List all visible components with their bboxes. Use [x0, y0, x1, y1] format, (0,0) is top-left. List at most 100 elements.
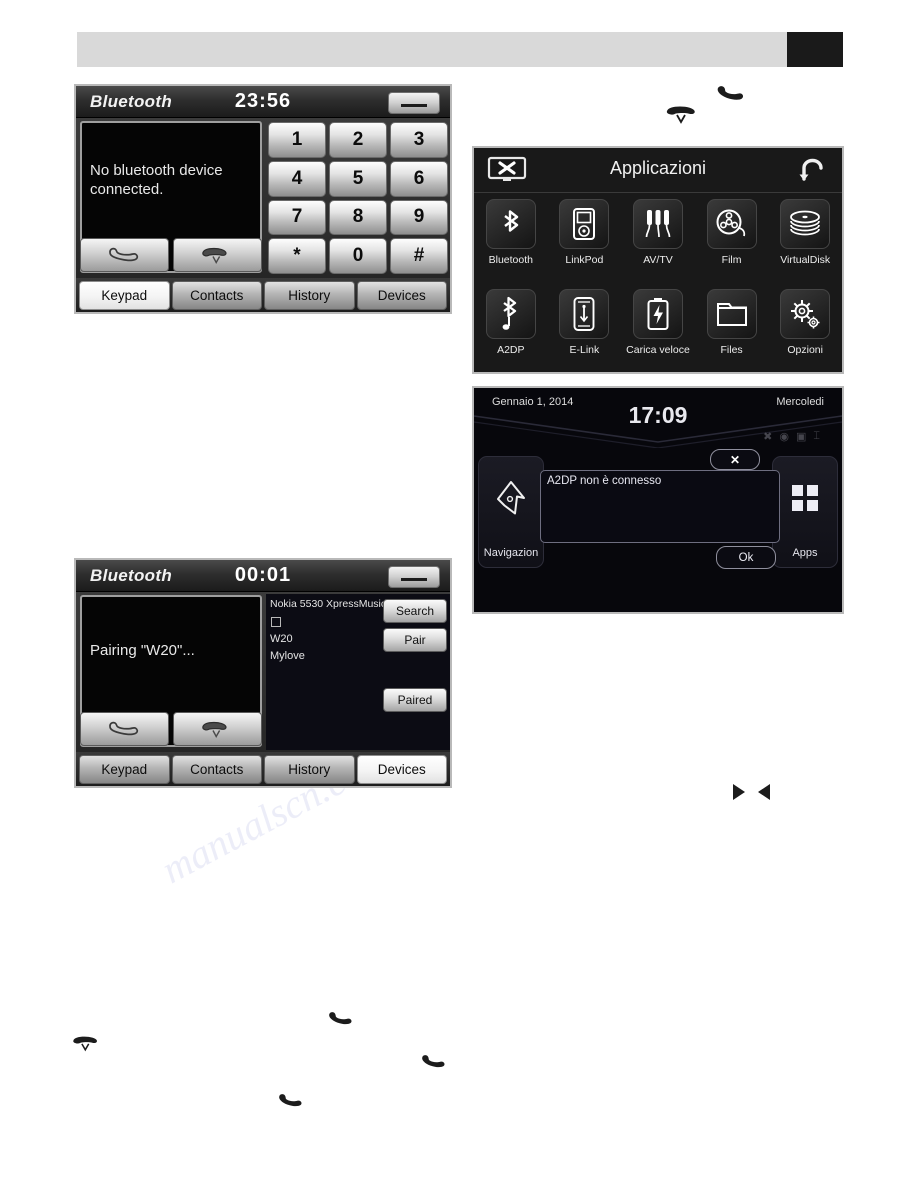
bluetooth-body: No bluetooth device connected. 1 2 3 4 5…: [76, 118, 450, 278]
key-hash[interactable]: #: [390, 238, 448, 274]
key-0[interactable]: 0: [329, 238, 387, 274]
bluetooth-icon: ✖: [763, 431, 773, 443]
applicazioni-header: Applicazioni: [474, 148, 842, 193]
phone-handset-icon: [418, 1053, 448, 1078]
key-5[interactable]: 5: [329, 160, 387, 197]
dialog-ok-button[interactable]: Ok: [716, 546, 776, 569]
key-7[interactable]: 7: [268, 199, 326, 236]
app-files[interactable]: Files: [695, 284, 769, 374]
device-list-panel: Nokia 5530 XpressMusic W20 Mylove Search…: [266, 594, 450, 750]
bluetooth-audio-icon: [485, 289, 536, 339]
av-cables-glyph: [645, 210, 671, 238]
bluetooth-status-message: No bluetooth device connected.: [90, 162, 223, 198]
phone-usb-glyph: [573, 297, 595, 331]
navigation-arrow-glyph: [497, 481, 525, 515]
key-8[interactable]: 8: [329, 199, 387, 236]
app-linkpod[interactable]: LinkPod: [548, 194, 622, 284]
page-number-block: [787, 32, 843, 67]
screen-off-icon[interactable]: [486, 156, 528, 182]
film-reel-icon: [706, 199, 757, 249]
bluetooth-tabbar: Keypad Contacts History Devices: [76, 278, 450, 312]
gears-glyph: [791, 300, 820, 329]
phone-hangup-icon: [201, 721, 227, 738]
app-film[interactable]: Film: [695, 194, 769, 284]
navigation-panel[interactable]: Navigazion: [478, 456, 544, 568]
phone-hangup-glyph: [666, 106, 695, 124]
bluetooth-body: Pairing "W20"... Nokia 5530 XpressMusic …: [76, 592, 450, 752]
app-label: A2DP: [497, 344, 525, 356]
app-bluetooth[interactable]: Bluetooth: [474, 194, 548, 284]
minimize-icon[interactable]: [388, 92, 440, 114]
answer-call-button[interactable]: [80, 238, 169, 272]
key-2[interactable]: 2: [329, 122, 387, 158]
navigation-arrow-icon: [479, 479, 543, 519]
app-virtualdisk[interactable]: VirtualDisk: [768, 194, 842, 284]
app-elink[interactable]: E-Link: [548, 284, 622, 374]
tab-keypad[interactable]: Keypad: [79, 754, 170, 784]
home-screen: Gennaio 1, 2014 Mercoledi 17:09 ✖ ◉ ▣ ⌶ …: [472, 386, 844, 614]
status-icon-row: ✖ ◉ ▣ ⌶: [763, 430, 820, 443]
tab-contacts[interactable]: Contacts: [171, 754, 262, 784]
app-label: AV/TV: [643, 254, 673, 266]
page-title: Applicazioni: [609, 158, 707, 178]
phone-hangup-icon: [663, 102, 703, 131]
av-cables-icon: [632, 199, 683, 249]
tab-contacts[interactable]: Contacts: [171, 280, 262, 310]
phone-handset-glyph: [422, 1055, 445, 1068]
app-opzioni[interactable]: Opzioni: [768, 284, 842, 374]
key-3[interactable]: 3: [390, 122, 448, 158]
screen-off-glyph: [487, 156, 527, 181]
apps-panel[interactable]: Apps: [772, 456, 838, 568]
battery-bolt-glyph: [647, 298, 669, 330]
film-reel-glyph: [716, 209, 745, 237]
bluetooth-titlebar: Bluetooth 23:56: [76, 86, 450, 118]
phone-hangup-glyph: [73, 1036, 97, 1052]
navigation-label: Navigazion: [483, 547, 539, 559]
bluetooth-audio-glyph: [502, 296, 516, 330]
pair-button[interactable]: Pair: [383, 628, 447, 652]
app-carica-veloce[interactable]: Carica veloce: [621, 284, 695, 374]
phone-handset-icon: [275, 1092, 305, 1117]
antenna-icon: ⌶: [813, 430, 820, 442]
key-1[interactable]: 1: [268, 122, 326, 158]
tab-history[interactable]: History: [264, 754, 355, 784]
phone-hangup-icon: [201, 247, 227, 264]
device-checkbox[interactable]: [271, 617, 281, 627]
key-6[interactable]: 6: [390, 160, 448, 197]
list-item[interactable]: Mylove: [270, 648, 386, 665]
answer-call-button[interactable]: [80, 712, 169, 746]
tab-devices[interactable]: Devices: [356, 754, 447, 784]
app-label: E-Link: [569, 344, 600, 356]
end-call-button[interactable]: [173, 238, 262, 272]
key-9[interactable]: 9: [390, 199, 448, 236]
manual-page: manualscn.com manualscn.com Bluetooth 23…: [0, 0, 918, 1188]
phone-handset-glyph: [717, 86, 744, 100]
list-item[interactable]: Nokia 5530 XpressMusic: [270, 596, 386, 613]
tab-devices[interactable]: Devices: [356, 280, 447, 310]
disc-stack-icon: [780, 199, 831, 249]
app-a2dp[interactable]: A2DP: [474, 284, 548, 374]
dialog-message-box: A2DP non è connesso: [540, 470, 780, 543]
tab-keypad[interactable]: Keypad: [79, 280, 170, 310]
tab-history[interactable]: History: [264, 280, 355, 310]
end-call-button[interactable]: [173, 712, 262, 746]
phone-handset-icon: [325, 1010, 355, 1035]
app-avtv[interactable]: AV/TV: [621, 194, 695, 284]
device-names: Nokia 5530 XpressMusic W20 Mylove: [270, 596, 386, 665]
key-star[interactable]: *: [268, 238, 326, 274]
dialog-close-button[interactable]: ✕: [710, 449, 760, 470]
search-button[interactable]: Search: [383, 599, 447, 623]
apps-panel-label: Apps: [792, 547, 818, 559]
paired-button[interactable]: Paired: [383, 688, 447, 712]
call-button-row: [80, 712, 262, 746]
app-label: Carica veloce: [626, 344, 690, 356]
list-item[interactable]: W20: [270, 631, 386, 648]
phone-handset-icon: [108, 721, 138, 736]
minimize-icon[interactable]: [388, 566, 440, 588]
applicazioni-grid: Bluetooth LinkPod AV/TV Film VirtualDisk…: [474, 194, 842, 374]
battery-bolt-icon: [632, 289, 683, 339]
key-4[interactable]: 4: [268, 160, 326, 197]
call-button-row: [80, 238, 262, 272]
return-arrow-icon[interactable]: [798, 156, 828, 184]
folder-glyph: [716, 303, 747, 326]
